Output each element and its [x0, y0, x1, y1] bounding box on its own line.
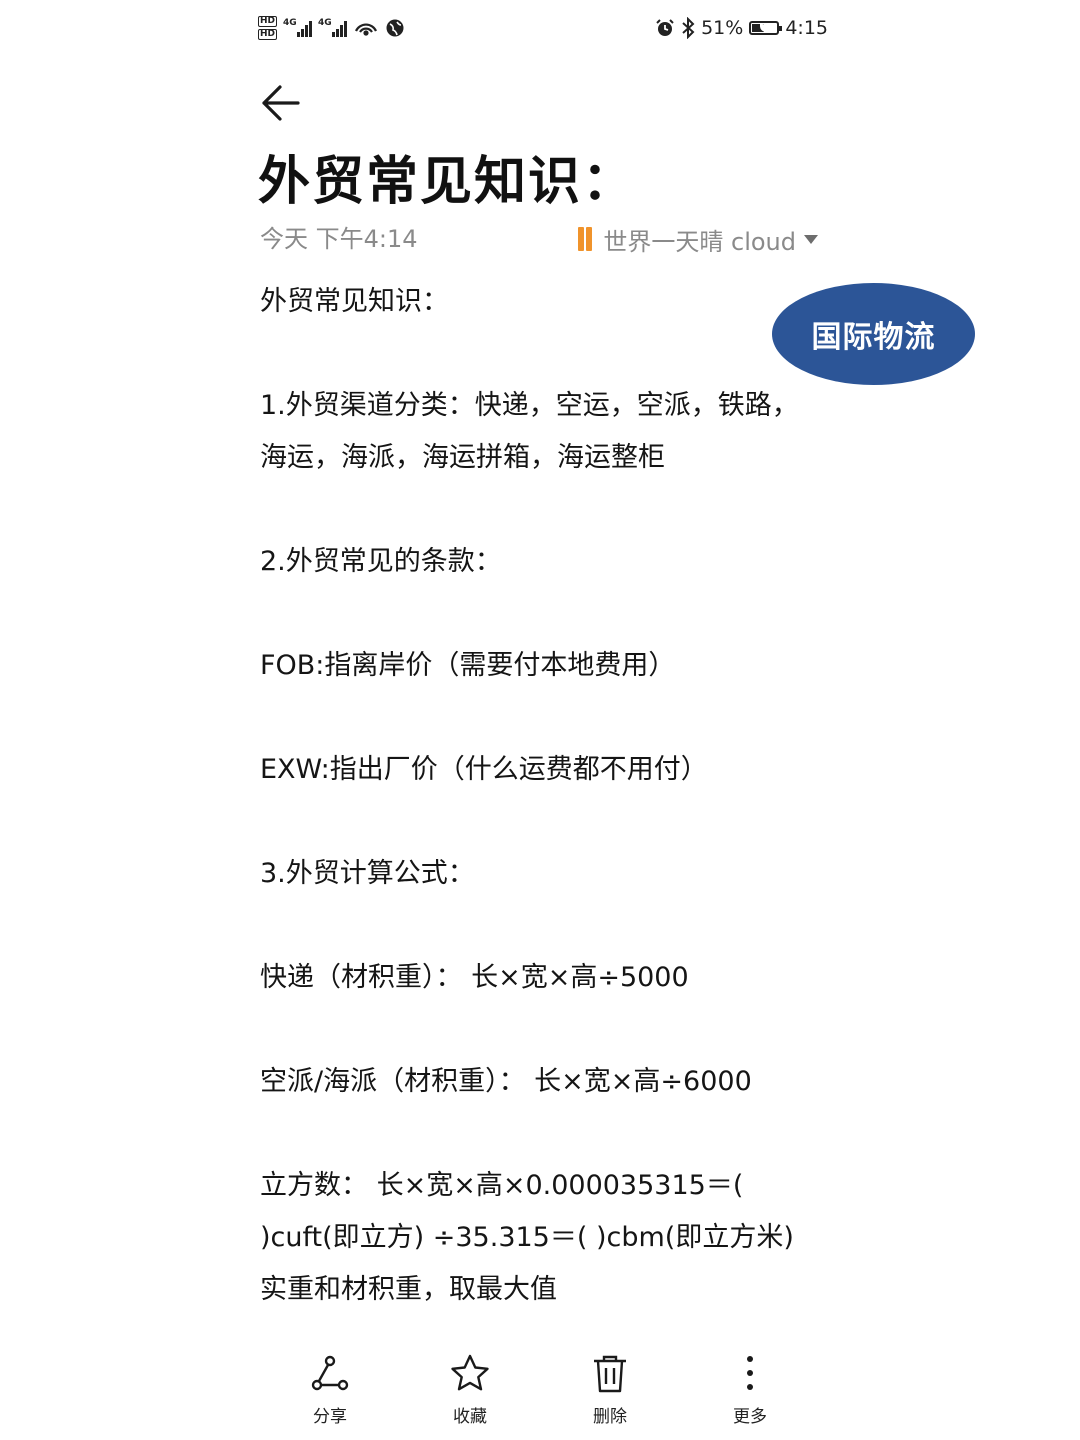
share-icon [311, 1355, 349, 1391]
back-button[interactable] [258, 80, 304, 126]
favorite-label: 收藏 [453, 1407, 487, 1427]
wifi-hotspot-icon [355, 23, 378, 36]
hd-label: HD [258, 29, 278, 40]
globe-icon [386, 19, 404, 37]
note-body[interactable]: 外贸常见知识： 1.外贸渠道分类：快递，空运，空派，铁路，海运，海派，海运拼箱，… [260, 276, 820, 1316]
content-line: 3.外贸计算公式： [260, 858, 475, 889]
content-line: 快递（材积重）： 长×宽×高÷5000 [260, 962, 689, 993]
note-screen: HD HD 4G 4G 51% 4:15 外贸常见知识： 今天 下午4:14 世… [0, 0, 1080, 1440]
hd-label: HD [258, 16, 278, 27]
content-line: EXW:指出厂价（什么运费都不用付） [260, 754, 708, 785]
notebook-name: 世界一天晴 cloud [603, 227, 796, 256]
battery-icon [749, 21, 783, 35]
alarm-icon [656, 19, 674, 36]
notebook-icon [577, 227, 597, 251]
network-type: 4G [318, 18, 332, 28]
content-line: 外贸常见知识： [260, 286, 449, 317]
delete-button[interactable]: 删除 [560, 1352, 660, 1432]
content-line: 空派/海派（材积重）： 长×宽×高÷6000 [260, 1066, 752, 1097]
share-button[interactable]: 分享 [280, 1352, 380, 1432]
notebook-selector[interactable]: 世界一天晴 cloud [577, 222, 818, 256]
share-label: 分享 [313, 1407, 347, 1427]
content-line [260, 1004, 820, 1056]
delete-label: 删除 [593, 1407, 627, 1427]
star-icon [451, 1354, 489, 1391]
content-line [260, 588, 820, 640]
topic-badge: 国际物流 [772, 283, 975, 385]
favorite-button[interactable]: 收藏 [420, 1352, 520, 1432]
more-vertical-icon [747, 1356, 753, 1390]
content-line: 实重和材积重，取最大值 [260, 1274, 557, 1305]
arrow-left-icon [262, 85, 300, 121]
content-line [260, 692, 820, 744]
more-button[interactable]: 更多 [700, 1352, 800, 1432]
note-title: 外贸常见知识： [258, 152, 637, 212]
content-line [260, 796, 820, 848]
bottom-toolbar: 分享 收藏 删除 更多 [260, 1352, 820, 1432]
more-label: 更多 [733, 1407, 767, 1427]
leaf-icon [760, 24, 769, 32]
status-right: 51% 4:15 [655, 10, 828, 46]
content-line: 2.外贸常见的条款： [260, 546, 502, 577]
hd-icon: HD HD [258, 16, 278, 40]
signal-icon: 4G [283, 18, 313, 37]
signal-icon: 4G [318, 18, 348, 37]
caret-down-icon [804, 234, 818, 244]
status-bar: HD HD 4G 4G 51% 4:15 [258, 10, 828, 46]
content-line: 1.外贸渠道分类：快递，空运，空派，铁路，海运，海派，海运拼箱，海运整柜 [260, 390, 799, 473]
bluetooth-icon [682, 17, 695, 39]
content-line: FOB:指离岸价（需要付本地费用） [260, 650, 676, 681]
content-line [260, 900, 820, 952]
status-left: HD HD 4G 4G [258, 10, 405, 46]
battery-percent: 51% [701, 17, 744, 39]
content-line [260, 1108, 820, 1160]
trash-icon [594, 1355, 626, 1393]
note-date: 今天 下午4:14 [260, 225, 418, 253]
network-type: 4G [283, 18, 297, 28]
clock: 4:15 [785, 17, 828, 39]
content-line [260, 328, 820, 380]
content-line: 立方数： 长×宽×高×0.000035315＝( )cuft(即立方) ÷35.… [260, 1170, 794, 1253]
content-line [260, 484, 820, 536]
